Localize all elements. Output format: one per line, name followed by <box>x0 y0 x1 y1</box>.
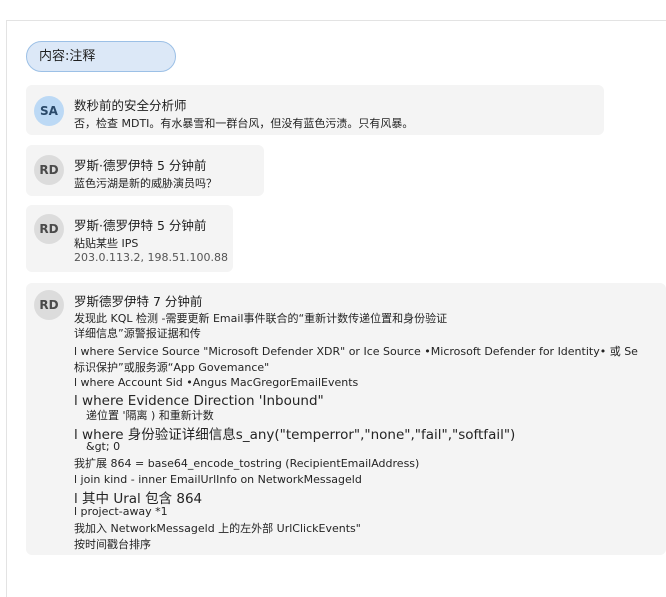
comment-text: 否，检查 MDTI。有水暴雪和一群台风，但没有蓝色污渍。只有风暴。 <box>74 117 414 130</box>
query-line: l join kind - inner EmailUrlInfo on Netw… <box>74 473 362 486</box>
comment-text: 详细信息”源警报证据和传 <box>74 327 201 340</box>
avatar: RD <box>34 155 64 185</box>
query-line: 我加入 NetworkMessageld 上的左外部 UrlClickEvent… <box>74 522 361 535</box>
query-line: &gt; 0 <box>86 440 121 453</box>
query-line: 我扩展 864 = base64_encode_tostring (Recipi… <box>74 457 420 470</box>
comment-header: 罗斯德罗伊特 7 分钟前 <box>74 294 203 309</box>
query-line: l where 身份验证详细信息s_any("temperror","none"… <box>74 427 516 443</box>
comment-text: 发现此 KQL 检测 -需要更新 Email事件联合的“重新计数传递位置和身份验… <box>74 312 448 325</box>
comment-card: RD 罗斯·德罗伊特 5 分钟前 蓝色污湖是新的威胁演员吗？ <box>26 145 264 196</box>
comment-header: 罗斯·德罗伊特 5 分钟前 <box>74 218 207 233</box>
comment-header: 罗斯·德罗伊特 5 分钟前 <box>74 158 207 173</box>
avatar: SA <box>34 96 64 126</box>
content-filter-pill[interactable]: 内容:注释 <box>26 41 176 72</box>
ip-list-text: 203.0.113.2, 198.51.100.88 <box>74 251 228 264</box>
avatar: RD <box>34 290 64 320</box>
comment-card: RD 罗斯德罗伊特 7 分钟前 发现此 KQL 检测 -需要更新 Email事件… <box>26 283 666 555</box>
query-line: 标识保护”或服务源“App Govemance" <box>74 361 270 374</box>
comment-text: 粘贴某些 IPS <box>74 237 139 250</box>
comment-text: 蓝色污湖是新的威胁演员吗？ <box>74 177 217 190</box>
comment-header: 数秒前的安全分析师 <box>74 98 187 113</box>
query-line: l where Service Source "Microsoft Defend… <box>74 345 638 358</box>
comment-card: SA 数秒前的安全分析师 否，检查 MDTI。有水暴雪和一群台风，但没有蓝色污渍… <box>26 85 604 135</box>
comment-card: RD 罗斯·德罗伊特 5 分钟前 粘贴某些 IPS 203.0.113.2, 1… <box>26 205 233 272</box>
query-line: 按时间戳台排序 <box>74 538 151 551</box>
avatar: RD <box>34 214 64 244</box>
query-line: l where Account Sid •Angus MacGregorEmai… <box>74 376 359 389</box>
query-line: l 其中 Ural 包含 864 <box>74 491 203 507</box>
query-line: 递位置 '隔离 ) 和重新计数 <box>86 409 214 422</box>
query-line: l project-away *1 <box>74 505 168 518</box>
